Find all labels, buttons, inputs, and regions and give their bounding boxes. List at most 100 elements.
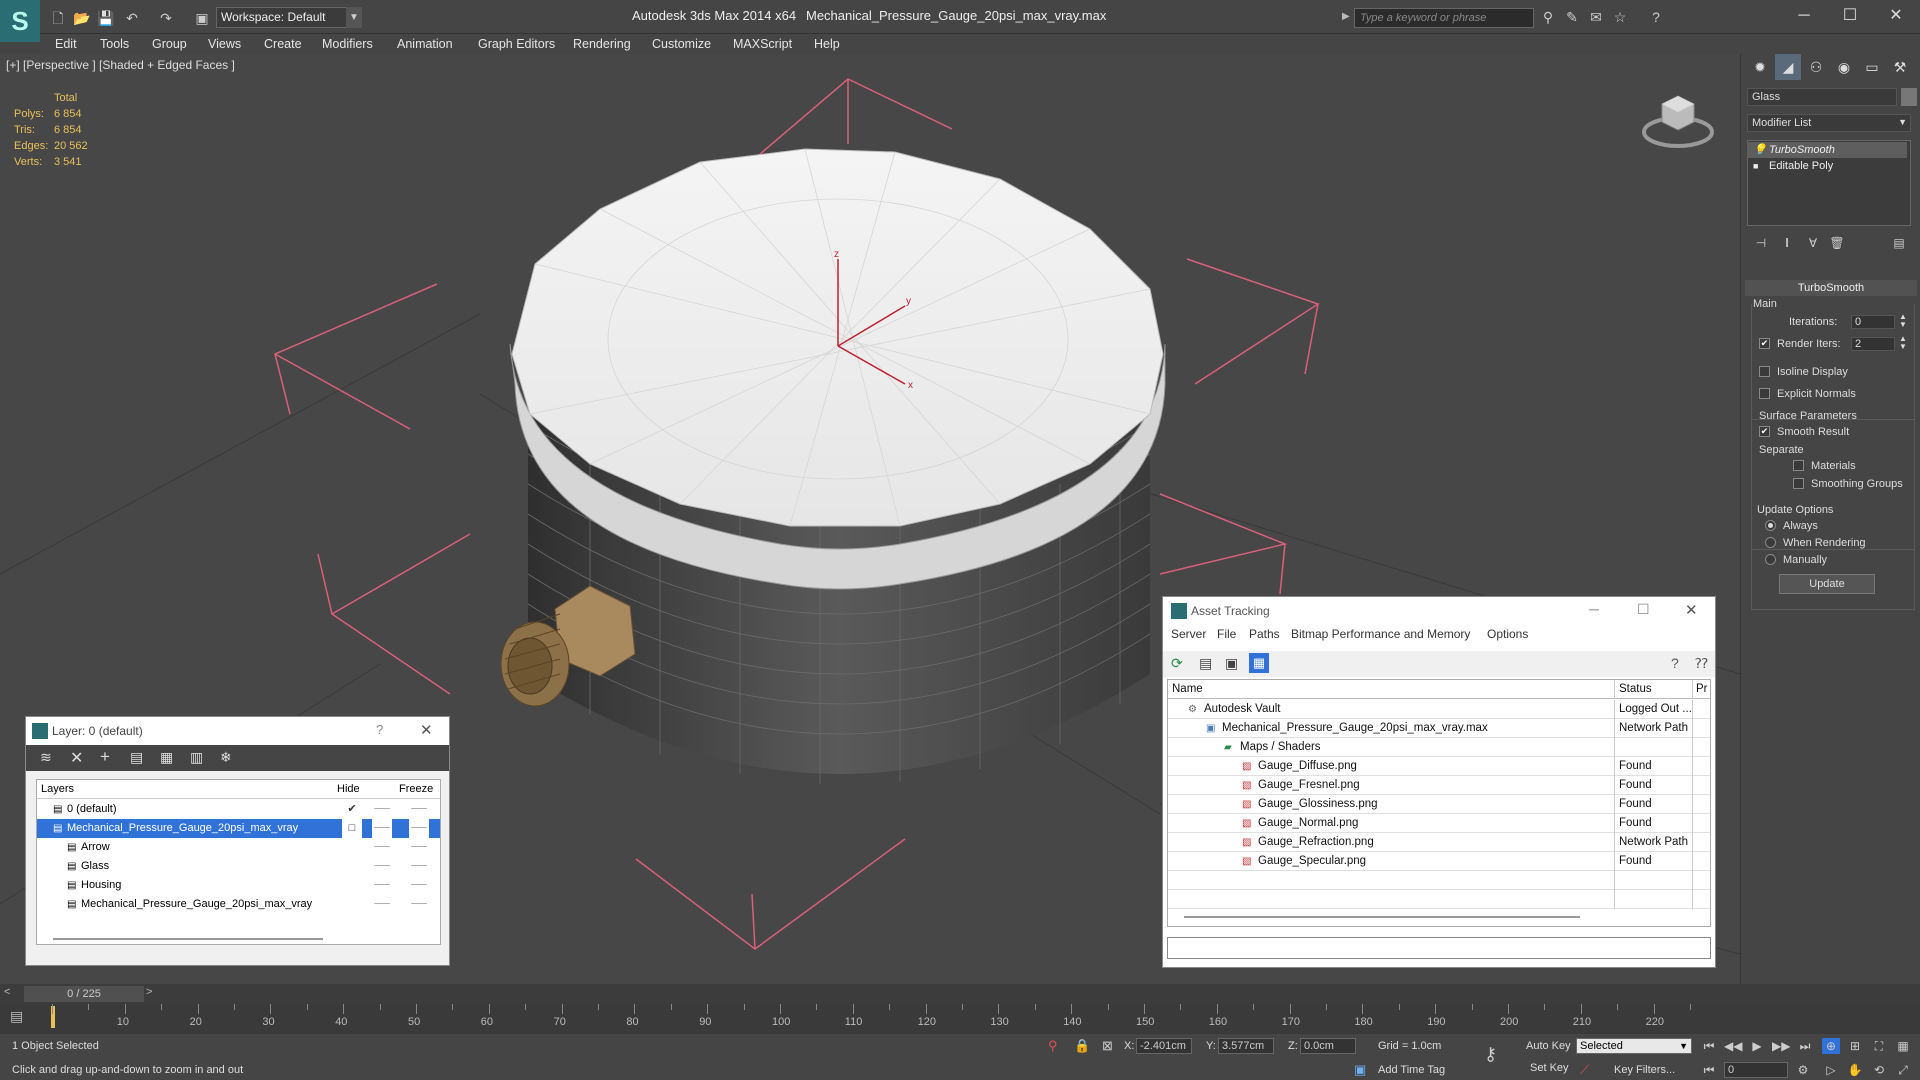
menu-maxscript[interactable]: MAXScript [733, 34, 792, 54]
turbosmooth-rollout-header[interactable]: TurboSmooth [1745, 280, 1917, 296]
menu-views[interactable]: Views [208, 34, 241, 54]
menu-animation[interactable]: Animation [397, 34, 453, 54]
delete-layer-icon[interactable]: ✕ [70, 748, 83, 768]
time-tag-icon[interactable]: ▣ [1354, 1062, 1366, 1078]
modify-tab-icon[interactable]: ◢ [1775, 54, 1801, 80]
col-layers[interactable]: Layers [41, 780, 74, 799]
z-coordinate-field[interactable]: 0.0cm [1300, 1038, 1356, 1054]
field-of-view-icon[interactable]: ▷ [1822, 1062, 1840, 1078]
update-button[interactable]: Update [1779, 574, 1875, 594]
context-help-icon[interactable]: ⁇ [1695, 655, 1708, 672]
highlight-layer-icon[interactable]: ▦ [160, 749, 173, 766]
prev-frame-icon[interactable]: < [4, 986, 10, 998]
stack-item-turbosmooth[interactable]: 💡 TurboSmooth [1747, 142, 1907, 158]
hide-toggle[interactable]: ── [372, 819, 392, 838]
workspace-dropdown[interactable]: Workspace: Default [216, 7, 362, 28]
maximize-icon[interactable]: ☐ [1637, 601, 1650, 618]
save-icon[interactable]: 💾 [96, 8, 116, 28]
play-arrow-icon[interactable]: ▶ [1342, 11, 1350, 22]
asset-row[interactable]: ▧ Gauge_Normal.png Found [1168, 814, 1710, 833]
layer-row[interactable]: ▤ Mechanical_Pressure_Gauge_20psi_max_vra… [37, 819, 440, 838]
modifier-list-dropdown[interactable]: Modifier List ▼ [1747, 114, 1911, 132]
asset-row[interactable]: ▧ Gauge_Specular.png Found [1168, 852, 1710, 871]
freeze-toggle[interactable]: ── [409, 838, 429, 857]
select-objects-icon[interactable]: ▤ [130, 749, 143, 766]
time-slider[interactable]: 0 / 225 [24, 986, 144, 1002]
menu-rendering[interactable]: Rendering [573, 34, 631, 54]
stack-item-editable-poly[interactable]: ■ Editable Poly [1747, 158, 1907, 174]
next-key-icon[interactable]: ▶▶ [1772, 1038, 1790, 1054]
minimize-icon[interactable]: ─ [1784, 4, 1824, 28]
asset-window-titlebar[interactable]: Asset Tracking [1163, 597, 1715, 625]
create-tab-icon[interactable]: ✹ [1747, 54, 1773, 80]
asset-row[interactable]: ▧ Gauge_Fresnel.png Found [1168, 776, 1710, 795]
asset-row[interactable]: ▧ Gauge_Refraction.png Network Path [1168, 833, 1710, 852]
asset-scrollbar[interactable] [1184, 916, 1580, 918]
time-config-icon[interactable]: ⚙ [1794, 1062, 1812, 1078]
y-coordinate-field[interactable]: 3.577cm [1218, 1038, 1274, 1054]
add-to-layer-icon[interactable]: + [100, 747, 110, 767]
layer-row[interactable]: ▤ 0 (default) ✔ ── ── [37, 800, 440, 819]
asset-row[interactable]: ▧ Gauge_Glossiness.png Found [1168, 795, 1710, 814]
asset-menu-options[interactable]: Options [1487, 627, 1528, 641]
menu-create[interactable]: Create [264, 34, 302, 54]
col-hide[interactable]: Hide [337, 780, 360, 799]
layer-scrollbar[interactable] [53, 938, 323, 940]
spinner-arrows-icon[interactable]: ▲ ▼ [1899, 313, 1907, 329]
mini-curve-editor-icon[interactable]: ▤ [10, 1008, 23, 1025]
materials-checkbox[interactable] [1793, 460, 1804, 471]
hide-toggle[interactable]: ── [372, 838, 392, 857]
freeze-toggle[interactable]: ── [409, 819, 429, 838]
menu-tools[interactable]: Tools [100, 34, 129, 54]
new-layer-icon[interactable]: ≋ [40, 749, 52, 766]
col-status[interactable]: Status [1614, 680, 1702, 699]
render-iters-checkbox[interactable]: ✔ [1759, 338, 1770, 349]
go-to-end-icon[interactable]: ⏭ [1796, 1038, 1814, 1054]
zoom-all-icon[interactable]: ⊞ [1846, 1038, 1864, 1054]
viewcube-icon[interactable] [1640, 84, 1716, 154]
object-name-field[interactable]: Glass [1747, 88, 1897, 106]
new-file-icon[interactable]: 🗋 [48, 8, 68, 28]
hide-toggle[interactable]: ── [372, 857, 392, 876]
asset-menu-bitmap-performance[interactable]: Bitmap Performance and Memory [1291, 627, 1470, 641]
remove-modifier-icon[interactable]: 🗑 [1827, 236, 1847, 256]
menu-edit[interactable]: Edit [55, 34, 77, 54]
freeze-toggle[interactable]: ── [409, 800, 429, 819]
help-icon[interactable]: ? [1671, 655, 1679, 671]
menu-graph-editors[interactable]: Graph Editors [478, 34, 555, 54]
spinner-arrows-icon[interactable]: ▲ ▼ [1899, 335, 1907, 351]
asset-row[interactable]: ▰ Maps / Shaders [1168, 738, 1710, 757]
viewport-label[interactable]: [+] [Perspective ] [Shaded + Edged Faces… [6, 58, 235, 72]
hide-toggle[interactable]: ── [372, 895, 392, 914]
next-frame-icon[interactable]: > [146, 986, 152, 998]
refresh-icon[interactable]: ⟳ [1171, 655, 1183, 672]
menu-modifiers[interactable]: Modifiers [322, 34, 373, 54]
layer-current-check[interactable] [342, 838, 362, 857]
favorites-star-icon[interactable]: ☆ [1610, 9, 1630, 27]
zoom-extents-all-icon[interactable]: ▦ [1894, 1038, 1912, 1054]
menu-customize[interactable]: Customize [652, 34, 711, 54]
col-freeze[interactable]: Freeze [399, 780, 433, 799]
layer-current-check[interactable] [342, 857, 362, 876]
undo-icon[interactable]: ↶ [122, 8, 142, 28]
col-name[interactable]: Name [1172, 680, 1612, 699]
close-icon[interactable]: ✕ [1876, 4, 1916, 28]
explicit-normals-checkbox[interactable] [1759, 388, 1770, 399]
set-key-button[interactable]: Set Key [1530, 1062, 1569, 1074]
utilities-tab-icon[interactable]: ⚒ [1887, 54, 1913, 80]
render-iters-spinner[interactable]: 2 [1851, 337, 1895, 351]
track-bar[interactable] [0, 1004, 1920, 1034]
layer-current-check[interactable]: □ [342, 819, 362, 838]
asset-menu-file[interactable]: File [1217, 627, 1236, 641]
subscription-icon[interactable]: ✎ [1562, 9, 1582, 27]
layer-current-check[interactable] [342, 895, 362, 914]
set-key-icon[interactable]: ⟋ [1580, 1062, 1589, 1078]
menu-group[interactable]: Group [152, 34, 187, 54]
display-tab-icon[interactable]: ▭ [1859, 54, 1885, 80]
lightbulb-icon[interactable]: 💡 [1753, 142, 1767, 158]
project-folder-icon[interactable]: ▣ [192, 8, 212, 28]
add-time-tag[interactable]: Add Time Tag [1378, 1064, 1445, 1076]
absolute-mode-icon[interactable]: ⊠ [1102, 1038, 1113, 1054]
key-filters-button[interactable]: Key Filters... [1614, 1064, 1675, 1076]
current-frame-field[interactable]: 0 [1724, 1062, 1788, 1078]
